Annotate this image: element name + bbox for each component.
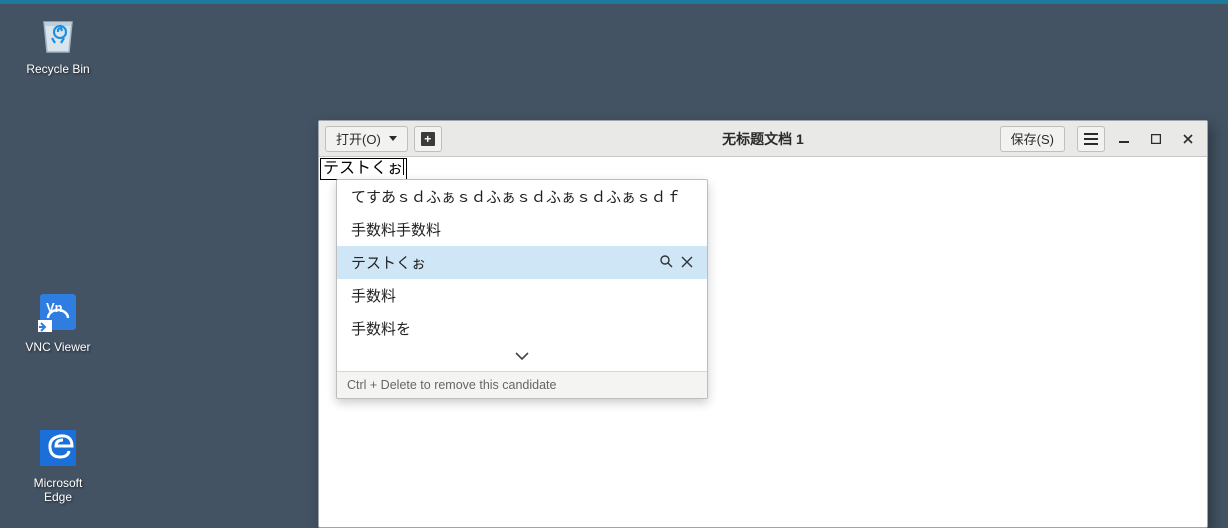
ime-hint: Ctrl + Delete to remove this candidate [337,371,707,398]
ime-candidate[interactable]: 手数料 [337,279,707,312]
svg-text:Vn: Vn [46,300,63,315]
vnc-icon: Vn [34,288,82,336]
search-icon[interactable] [659,254,673,271]
save-button-label: 保存(S) [1011,129,1054,148]
maximize-button[interactable] [1143,126,1169,152]
ime-more-candidates[interactable] [337,345,707,371]
remove-candidate-icon[interactable] [681,255,693,271]
desktop-icon-label: VNC Viewer [20,340,96,354]
ime-candidate[interactable]: 手数料手数料 [337,213,707,246]
close-button[interactable] [1175,126,1201,152]
plus-icon: + [421,132,435,146]
ime-composition[interactable]: テストくぉ [320,158,407,180]
chevron-down-icon [514,350,530,362]
open-button[interactable]: 打开(O) [325,126,408,152]
recycle-bin-icon [34,10,82,58]
desktop-icon-label: Recycle Bin [20,62,96,76]
minimize-button[interactable] [1111,126,1137,152]
hamburger-icon [1084,133,1098,145]
desktop-icon-label: Microsoft Edge [20,476,96,504]
desktop-icon-vnc-viewer[interactable]: Vn VNC Viewer [20,288,96,354]
save-button[interactable]: 保存(S) [1000,126,1065,152]
maximize-icon [1151,134,1161,144]
close-icon [1183,134,1193,144]
ime-candidate[interactable]: てすあｓｄふぁｓｄふぁｓｄふぁｓｄふぁｓｄｆ [337,180,707,213]
ime-candidate-popup: てすあｓｄふぁｓｄふぁｓｄふぁｓｄふぁｓｄｆ 手数料手数料 テストくぉ 手数料 … [336,179,708,399]
desktop-icon-recycle-bin[interactable]: Recycle Bin [20,10,96,76]
open-button-label: 打开(O) [336,129,381,148]
text-cursor [403,159,404,175]
hamburger-menu-button[interactable] [1077,126,1105,152]
chevron-down-icon [389,136,397,141]
minimize-icon [1119,134,1129,144]
desktop-icon-microsoft-edge[interactable]: Microsoft Edge [20,424,96,504]
new-tab-button[interactable]: + [414,126,442,152]
titlebar[interactable]: 打开(O) + 无标题文档 1 保存(S) [319,121,1207,157]
edge-icon [34,424,82,472]
ime-candidate[interactable]: 手数料を [337,312,707,345]
ime-candidate-selected[interactable]: テストくぉ [337,246,707,279]
